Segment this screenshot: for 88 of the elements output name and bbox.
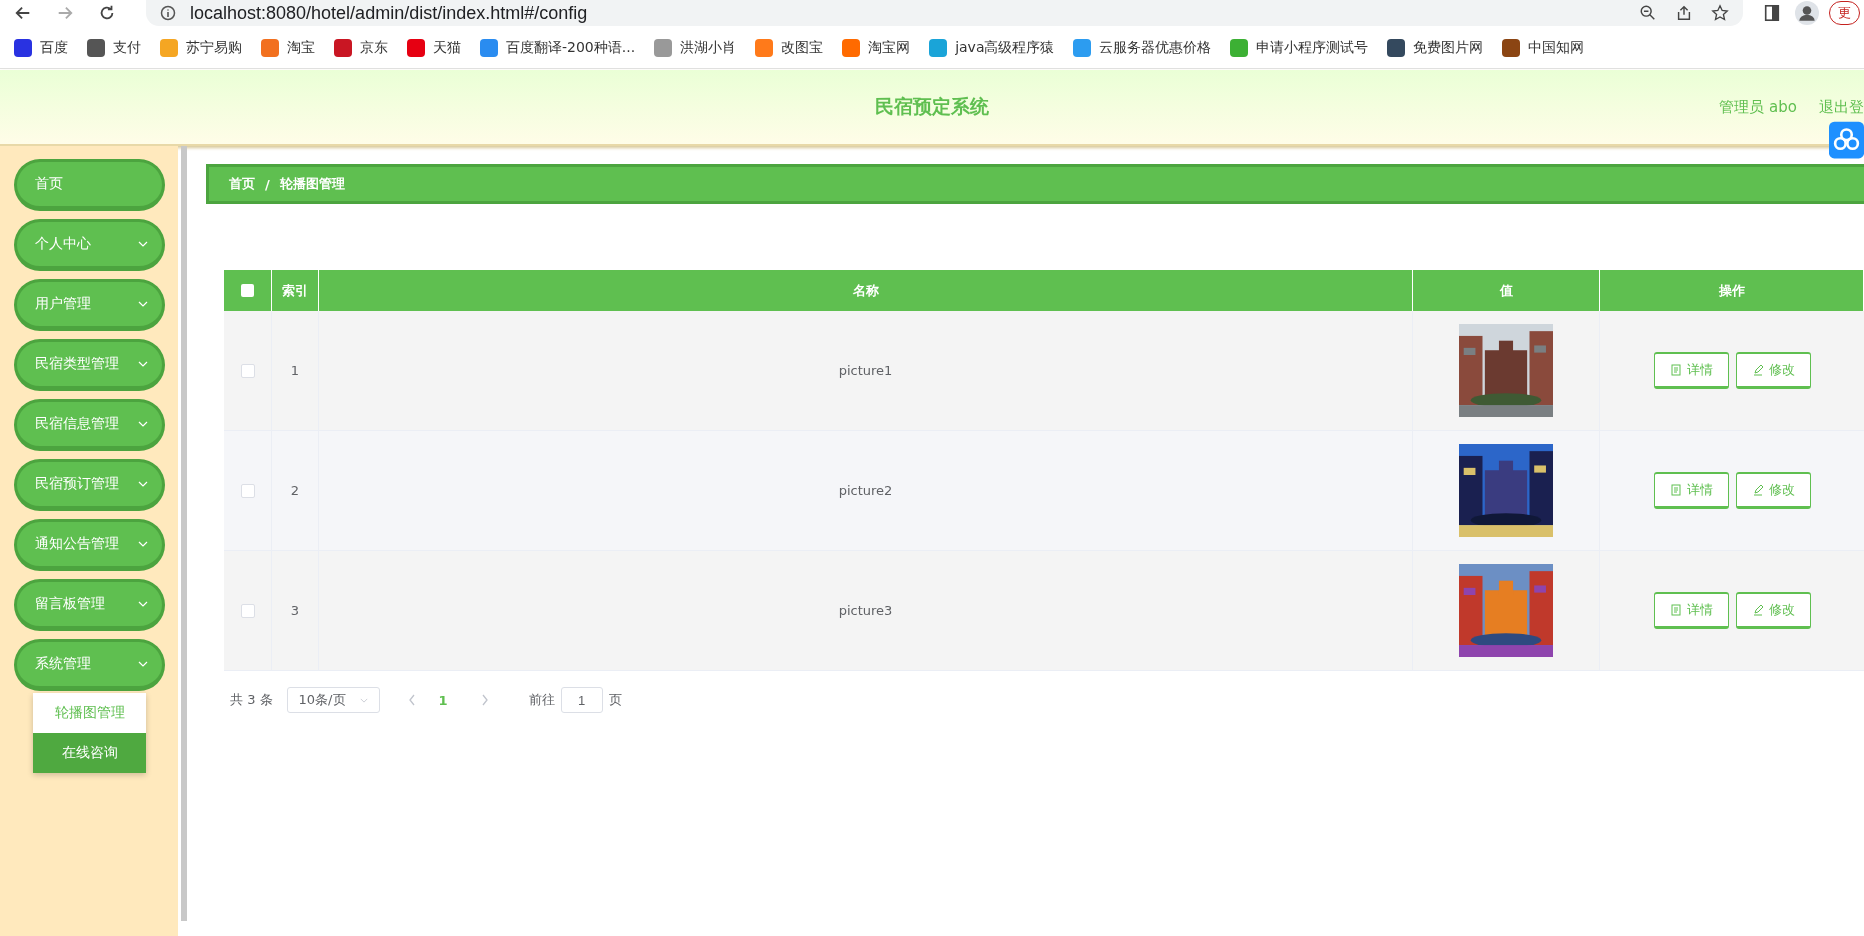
chevron-icon xyxy=(138,601,148,607)
reload-icon[interactable] xyxy=(98,4,116,22)
bookmark[interactable]: 苏宁易购 xyxy=(160,39,242,57)
document-icon xyxy=(1669,364,1682,376)
back-icon[interactable] xyxy=(14,4,32,22)
info-icon xyxy=(160,5,176,21)
menu-item[interactable]: 用户管理 xyxy=(14,279,165,331)
column-header: 操作 xyxy=(1718,281,1745,300)
menu-item[interactable]: 民宿类型管理 xyxy=(14,339,165,391)
chevron-icon xyxy=(138,421,148,427)
bookmark[interactable]: 中国知网 xyxy=(1502,39,1585,57)
bookmark[interactable]: 支付 xyxy=(87,39,141,57)
address-bar[interactable]: localhost:8080/hotel/admin/dist/index.html#/config xyxy=(146,0,1743,26)
bookmark[interactable]: 百度翻译-200种语... xyxy=(480,39,636,57)
system-title: 民宿预定系统 xyxy=(875,94,989,119)
chevron-icon xyxy=(138,481,148,487)
edit-button[interactable]: 修改 xyxy=(1735,352,1811,389)
row-checkbox[interactable] xyxy=(240,603,255,618)
chevron-icon xyxy=(138,361,148,367)
chevron-icon xyxy=(138,661,148,667)
table-cell: 2 xyxy=(290,483,300,498)
goto-label: 前往 xyxy=(528,691,555,709)
bookmark[interactable]: java高级程序猿 xyxy=(929,39,1055,57)
chevron-icon xyxy=(138,301,148,307)
details-button[interactable]: 详情 xyxy=(1653,472,1729,509)
breadcrumb-item: 轮播图管理 xyxy=(279,175,345,193)
select-all-checkbox[interactable] xyxy=(241,284,254,297)
breadcrumb-item[interactable]: 首页 xyxy=(229,175,255,193)
document-icon xyxy=(1669,604,1682,616)
total-count: 共 3 条 xyxy=(230,691,273,709)
bookmark[interactable]: 淘宝网 xyxy=(842,39,911,57)
edit-button[interactable]: 修改 xyxy=(1735,472,1811,509)
menu-item[interactable]: 通知公告管理 xyxy=(14,519,165,571)
zoom-icon[interactable] xyxy=(1639,4,1657,22)
edit-button[interactable]: 修改 xyxy=(1735,592,1811,629)
menu-item[interactable]: 个人中心 xyxy=(14,219,165,271)
menu-item[interactable]: 首页 xyxy=(14,159,165,211)
document-icon xyxy=(1669,484,1682,496)
column-header: 名称 xyxy=(852,281,879,300)
bookmark[interactable]: 免费图片网 xyxy=(1387,39,1484,57)
table-cell: 3 xyxy=(290,603,300,618)
menu-item[interactable]: 民宿预订管理 xyxy=(14,459,165,511)
goto-page-field[interactable]: 1 xyxy=(560,687,603,713)
table-cell: picture3 xyxy=(838,603,893,618)
admin-user-link[interactable]: 管理员 abo xyxy=(1719,97,1797,117)
page-size-select[interactable]: 10条/页 xyxy=(286,687,380,713)
table-cell: 1 xyxy=(290,363,300,378)
page-number[interactable]: 1 xyxy=(438,692,448,708)
table-cell: picture1 xyxy=(838,363,893,378)
details-button[interactable]: 详情 xyxy=(1653,592,1729,629)
prev-page-icon[interactable] xyxy=(407,694,416,706)
update-button[interactable]: 更 xyxy=(1829,1,1860,25)
column-header: 值 xyxy=(1499,281,1513,300)
logout-link[interactable]: 退出登 xyxy=(1819,97,1864,117)
pencil-icon xyxy=(1751,484,1764,496)
share-icon[interactable] xyxy=(1675,4,1693,22)
bookmark[interactable]: 改图宝 xyxy=(755,39,824,57)
menu-item[interactable]: 系统管理 xyxy=(14,639,165,691)
bookmark[interactable]: 百度 xyxy=(14,39,68,57)
bookmark[interactable]: 天猫 xyxy=(407,39,461,57)
pencil-icon xyxy=(1751,604,1764,616)
menu-item[interactable]: 留言板管理 xyxy=(14,579,165,631)
menu-item[interactable]: 民宿信息管理 xyxy=(14,399,165,451)
column-header: 索引 xyxy=(282,281,308,300)
bookmark[interactable]: 云服务器优惠价格 xyxy=(1073,39,1212,57)
cloud-icon[interactable] xyxy=(1829,119,1864,161)
profile-icon[interactable] xyxy=(1795,1,1819,25)
bookmark[interactable]: 京东 xyxy=(334,39,388,57)
forward-icon[interactable] xyxy=(56,4,74,22)
row-checkbox[interactable] xyxy=(240,363,255,378)
bookmark[interactable]: 申请小程序测试号 xyxy=(1230,39,1369,57)
bookmark[interactable]: 洪湖小肖 xyxy=(654,39,737,57)
caret-icon xyxy=(359,697,368,703)
page-unit: 页 xyxy=(608,691,622,709)
side-panel-icon[interactable] xyxy=(1763,4,1781,22)
chevron-icon xyxy=(138,241,148,247)
next-page-icon[interactable] xyxy=(480,694,489,706)
star-icon[interactable] xyxy=(1711,4,1729,22)
table-cell: picture2 xyxy=(838,483,893,498)
bookmark[interactable]: 淘宝 xyxy=(261,39,315,57)
submenu-item[interactable]: 轮播图管理 xyxy=(33,693,146,733)
chevron-icon xyxy=(138,541,148,547)
row-checkbox[interactable] xyxy=(240,483,255,498)
breadcrumb-separator: / xyxy=(265,176,270,192)
submenu-item[interactable]: 在线咨询 xyxy=(33,733,146,773)
url-text: localhost:8080/hotel/admin/dist/index.html#/config xyxy=(190,2,588,24)
details-button[interactable]: 详情 xyxy=(1653,352,1729,389)
pencil-icon xyxy=(1751,364,1764,376)
